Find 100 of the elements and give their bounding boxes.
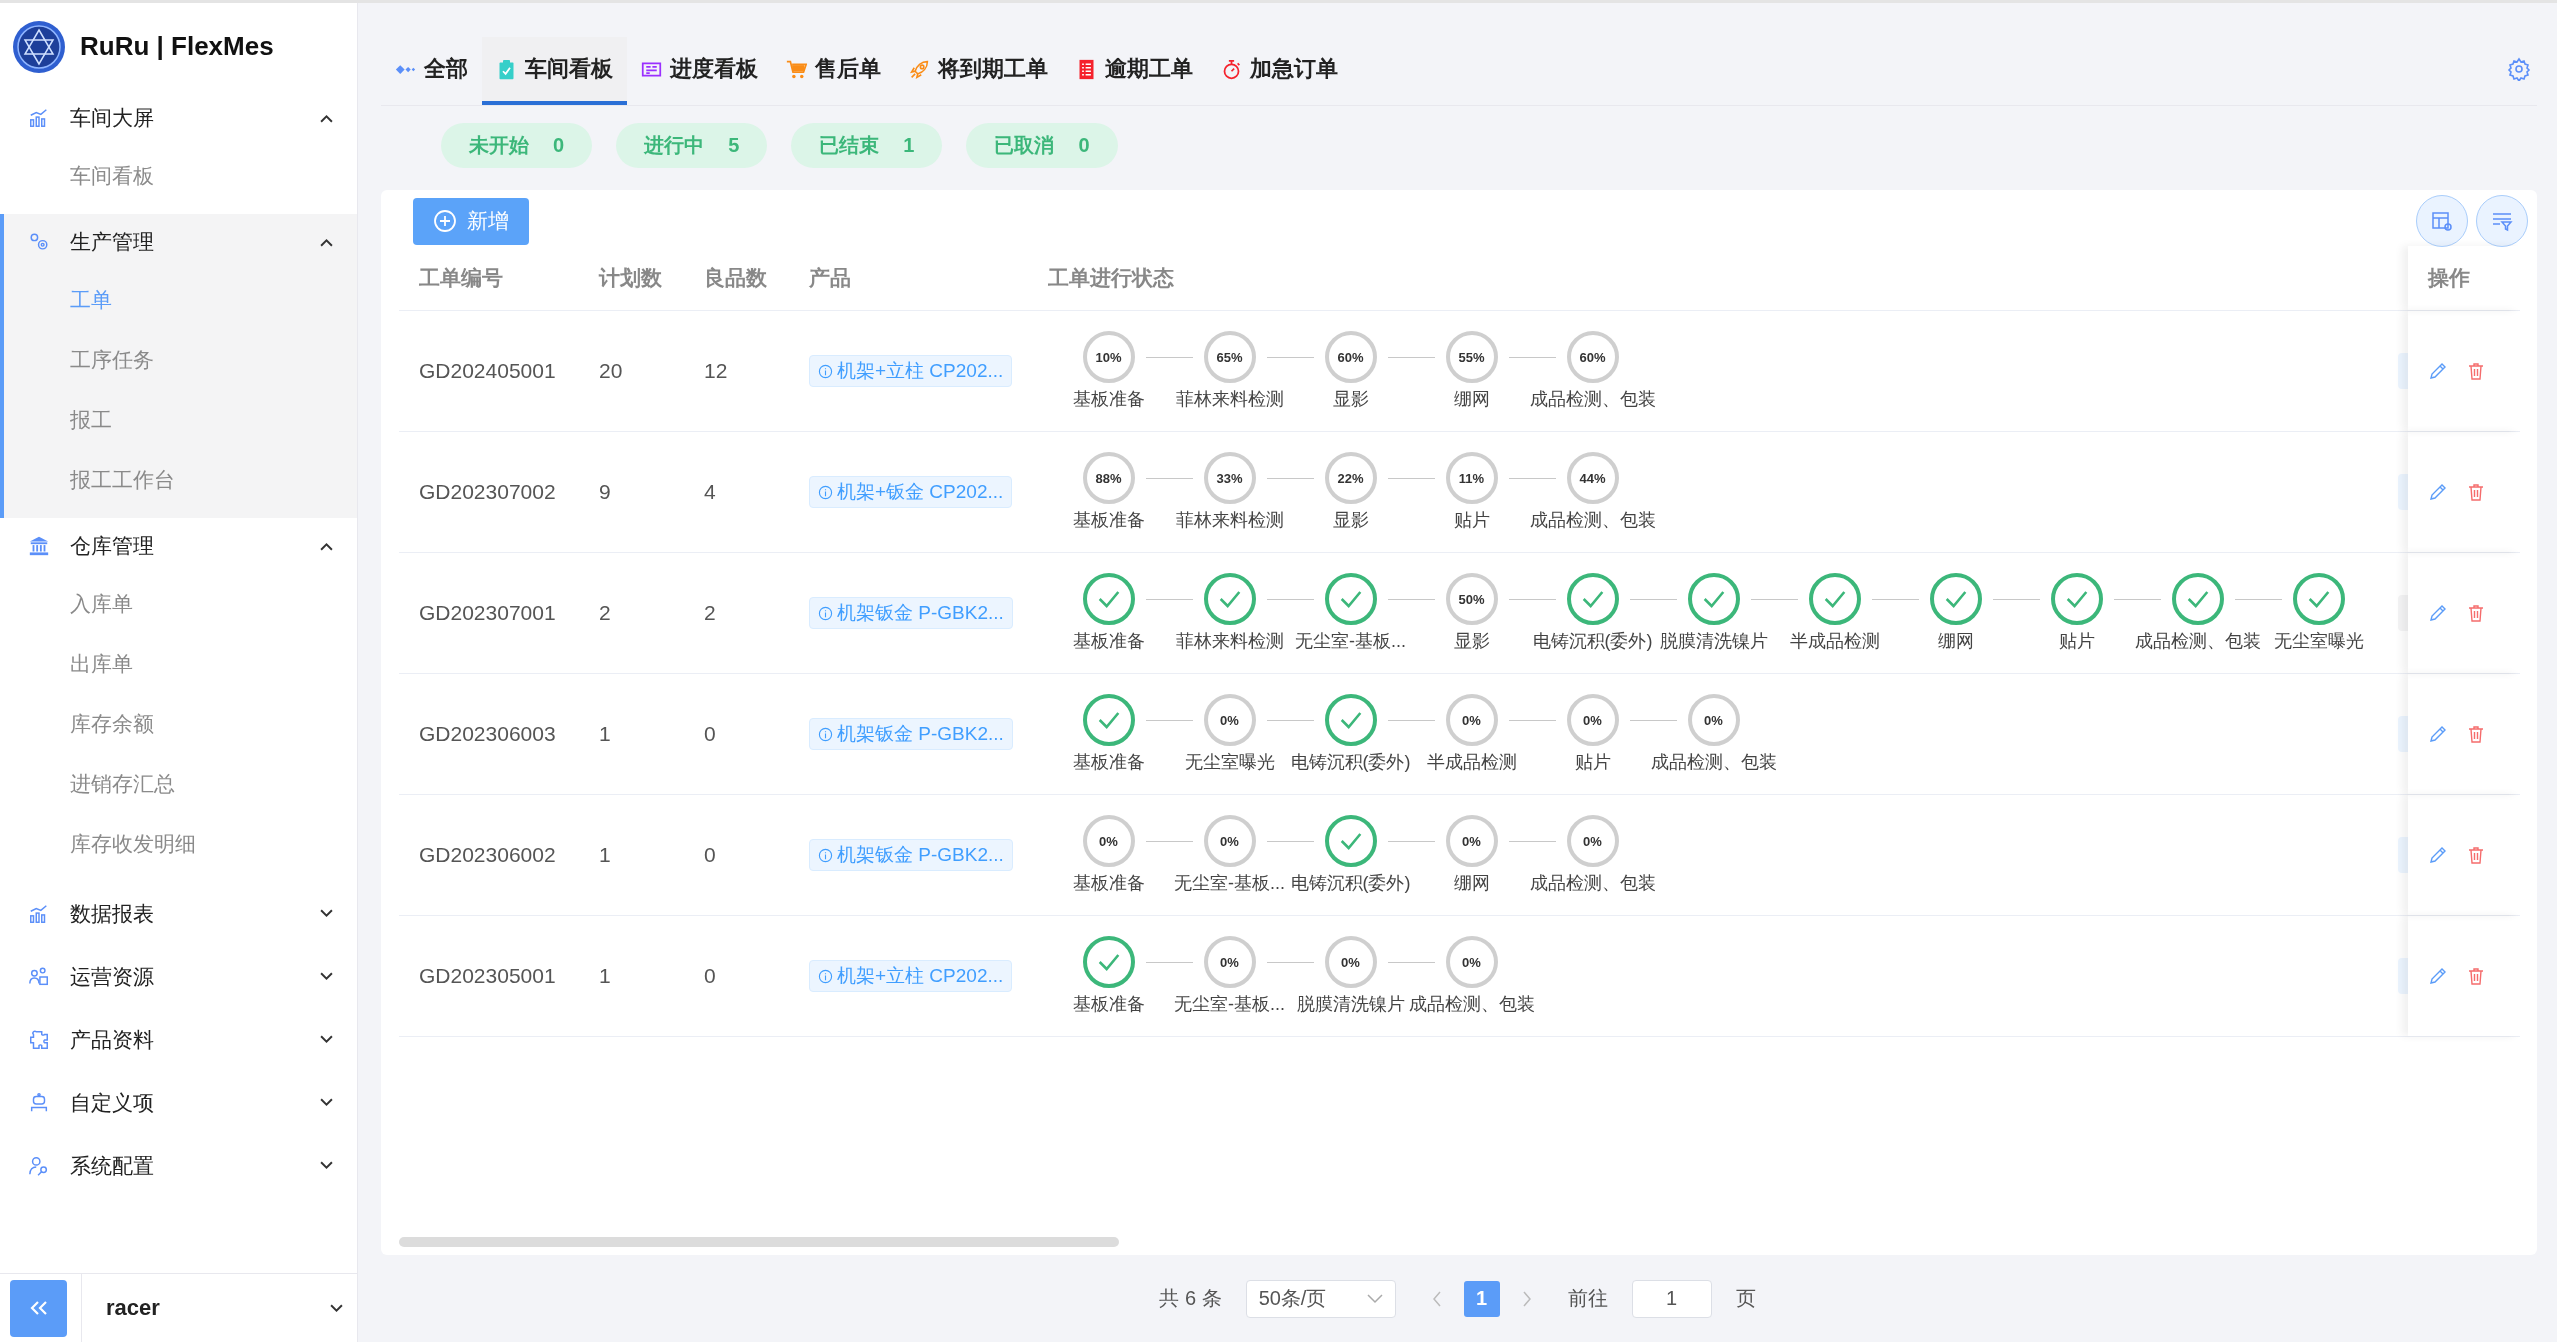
page-input[interactable]: 1 (1631, 1279, 1712, 1318)
info-icon (818, 726, 833, 742)
tab[interactable]: 车间看板 (482, 37, 627, 105)
progress-ring: 10% (1082, 331, 1135, 383)
step-label: 成品检测、包装 (1529, 509, 1656, 532)
status-filter[interactable]: 已取消 0 (966, 123, 1118, 168)
tab[interactable]: 进度看板 (627, 37, 772, 105)
tab[interactable]: 全部 (381, 37, 482, 105)
table-cell: 0 (704, 722, 716, 746)
product-tag[interactable]: 机架钣金 P-GBK2... (809, 597, 1013, 629)
table-cell: 1 (599, 843, 611, 867)
menu-group-label: 系统配置 (70, 1152, 155, 1179)
menu-item[interactable]: 入库单 (4, 574, 357, 634)
delete-icon[interactable] (2466, 724, 2486, 744)
tab[interactable]: 售后单 (772, 37, 895, 105)
info-icon (818, 484, 833, 500)
table-cell: 1 (599, 964, 611, 988)
menu-group-header[interactable]: 系统配置 (4, 1134, 357, 1197)
stopwatch-icon (1221, 58, 1242, 80)
progress-ring: 0% (1203, 936, 1256, 988)
step-label: 基板准备 (1072, 388, 1145, 411)
progress-ring: 50% (1445, 573, 1498, 625)
product-tag[interactable]: 机架+钣金 CP202... (809, 476, 1013, 508)
collapse-button[interactable] (10, 1279, 67, 1337)
cart-icon (786, 58, 807, 80)
app-title: RuRu | FlexMes (80, 31, 274, 62)
column-header: 工单编号 (419, 265, 503, 291)
page-button[interactable]: 1 (1463, 1280, 1500, 1317)
tab[interactable]: 逾期工单 (1062, 37, 1207, 105)
edit-icon[interactable] (2428, 966, 2448, 986)
progress-ring: 33% (1203, 452, 1256, 504)
tab[interactable]: 将到期工单 (895, 37, 1062, 105)
product-tag[interactable]: 机架+立柱 CP202... (809, 355, 1013, 387)
step-label: 脱膜清洗镍片 (1659, 630, 1768, 653)
tab[interactable]: 加急订单 (1207, 37, 1352, 105)
status-filter[interactable]: 进行中 5 (616, 123, 768, 168)
menu-item[interactable]: 车间看板 (4, 146, 357, 206)
menu-item[interactable]: 报工 (4, 390, 357, 450)
menu-group-header[interactable]: 产品资料 (4, 1008, 357, 1071)
menu-group-header[interactable]: 车间大屏 (4, 90, 357, 146)
menu-item[interactable]: 库存余额 (4, 694, 357, 754)
chart-icon (28, 902, 50, 925)
menu-group-label: 自定义项 (70, 1089, 155, 1116)
settings-icon[interactable] (2507, 57, 2531, 81)
menu-item[interactable]: 工序任务 (4, 330, 357, 390)
delete-icon[interactable] (2466, 966, 2486, 986)
menu-item[interactable]: 工单 (4, 270, 357, 330)
menu-group-header[interactable]: 自定义项 (4, 1071, 357, 1134)
menu-item[interactable]: 进销存汇总 (4, 754, 357, 814)
page-size-select[interactable]: 50条/页 (1245, 1279, 1396, 1318)
step-label: 无尘室-基板... (1174, 872, 1285, 895)
progress-ring: 60% (1324, 331, 1377, 383)
table-cell: 2 (704, 601, 716, 625)
progress-ring: 0% (1324, 936, 1377, 988)
table-cell: 9 (599, 480, 611, 504)
gears-icon (28, 231, 50, 253)
step-label: 半成品检测 (1426, 751, 1517, 774)
delete-icon[interactable] (2466, 361, 2486, 381)
status-filter[interactable]: 已结束 1 (791, 123, 943, 168)
menu-group-header[interactable]: 运营资源 (4, 945, 357, 1008)
menu-group-header[interactable]: 仓库管理 (4, 518, 357, 574)
menu-group-header[interactable]: 数据报表 (4, 882, 357, 945)
menu-item[interactable]: 出库单 (4, 634, 357, 694)
status-filter[interactable]: 未开始 0 (441, 123, 593, 168)
double-chevron-icon (28, 1300, 49, 1316)
table-cell: 4 (704, 480, 716, 504)
delete-icon[interactable] (2466, 603, 2486, 623)
delete-icon[interactable] (2466, 482, 2486, 502)
column-settings-button[interactable] (2416, 195, 2468, 247)
user-menu[interactable]: racer (81, 1274, 357, 1342)
product-tag[interactable]: 机架+立柱 CP202... (809, 960, 1013, 992)
filter-label: 进行中 (644, 133, 705, 158)
edit-icon[interactable] (2428, 724, 2448, 744)
filter-label: 未开始 (469, 133, 529, 158)
edit-icon[interactable] (2428, 361, 2448, 381)
step-label: 绷网 (1453, 872, 1490, 895)
puzzle-icon (28, 1028, 50, 1051)
chevron-icon (330, 1303, 343, 1313)
filter-label: 已取消 (994, 133, 1055, 158)
chart-icon (28, 107, 50, 129)
product-tag[interactable]: 机架钣金 P-GBK2... (809, 839, 1013, 871)
product-tag[interactable]: 机架钣金 P-GBK2... (809, 718, 1013, 750)
menu-item[interactable]: 库存收发明细 (4, 814, 357, 874)
table-cell: 2 (599, 601, 611, 625)
step-label: 电铸沉积(委外) (1290, 872, 1411, 895)
edit-icon[interactable] (2428, 845, 2448, 865)
progress-ring: 88% (1082, 452, 1135, 504)
step-label: 无尘室-基板... (1295, 630, 1406, 653)
menu-item[interactable]: 报工工作台 (4, 450, 357, 510)
step-label: 基板准备 (1072, 751, 1145, 774)
edit-icon[interactable] (2428, 482, 2448, 502)
step-label: 成品检测、包装 (1529, 872, 1656, 895)
filter-label: 已结束 (819, 133, 880, 158)
scrollbar-thumb[interactable] (399, 1237, 1119, 1247)
filter-count: 5 (728, 134, 740, 157)
delete-icon[interactable] (2466, 845, 2486, 865)
add-button[interactable]: 新增 (413, 197, 529, 245)
menu-group-header[interactable]: 生产管理 (4, 214, 357, 270)
filter-button[interactable] (2476, 195, 2528, 247)
edit-icon[interactable] (2428, 603, 2448, 623)
